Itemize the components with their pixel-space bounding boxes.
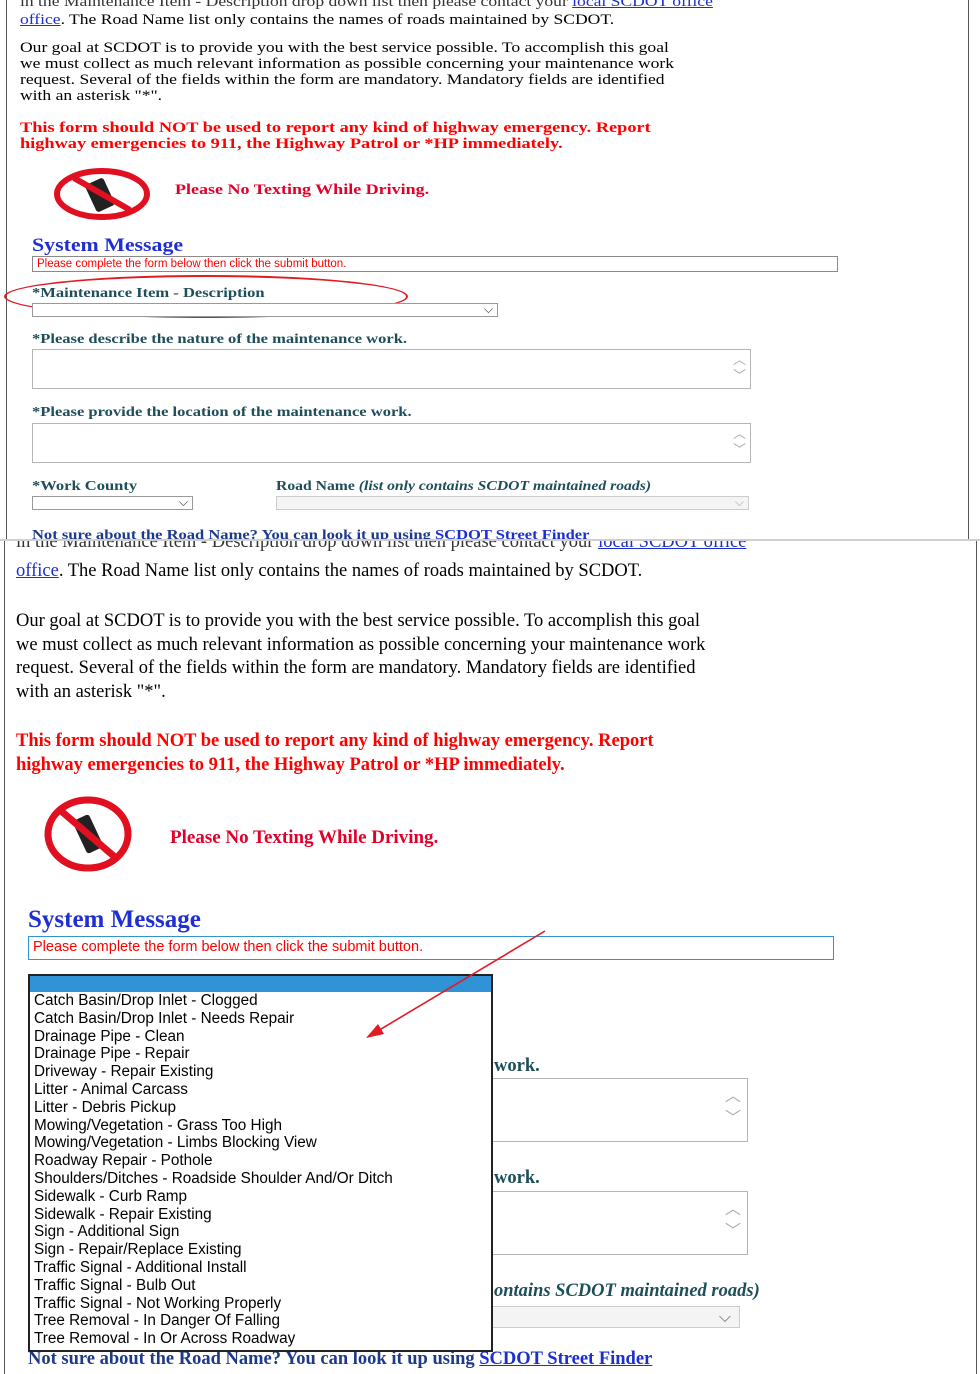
dropdown-option[interactable]: Traffic Signal - Additional Install [30,1259,491,1277]
spinner-icon[interactable]: ︿ ﹀ [725,1198,741,1242]
dropdown-option[interactable]: Traffic Signal - Bulb Out [30,1277,491,1295]
dropdown-option[interactable]: Mowing/Vegetation - Limbs Blocking View [30,1134,491,1152]
street-finder-link[interactable]: SCDOT Street Finder [479,1349,652,1369]
chevron-down-icon: ⌵ [178,495,188,509]
spinner-icon[interactable]: ︿ ﹀ [733,353,746,385]
system-message-heading: System Message [28,906,201,933]
dropdown-option[interactable]: Roadway Repair - Pothole [30,1152,491,1170]
road-name-select[interactable]: ⌵ [276,495,749,510]
right-border [976,541,977,1374]
right-border [968,0,969,540]
nature-label-partial: work. [494,1056,540,1076]
location-textarea[interactable]: ︿ ﹀ [490,1191,748,1255]
goal-paragraph: Our goal at SCDOT is to provide you with… [16,611,706,702]
maintenance-item-label: *Maintenance Item - Description [32,286,265,301]
chevron-down-icon: ⌵ [483,302,493,316]
nature-textarea[interactable]: ︿ ﹀ [490,1078,748,1142]
dropdown-option[interactable]: Sidewalk - Curb Ramp [30,1188,491,1206]
left-border [4,541,5,1374]
dropdown-option[interactable]: Sign - Repair/Replace Existing [30,1241,491,1259]
office-link[interactable]: office [16,561,59,581]
nature-textarea[interactable]: ︿ ﹀ [32,349,751,389]
clipped-intro-line: in the Maintenance Item - Description dr… [16,541,746,553]
no-texting-message: Please No Texting While Driving. [175,182,430,198]
office-link[interactable]: office [20,12,61,28]
no-texting-message: Please No Texting While Driving. [170,827,439,848]
annotation-arrow [366,930,546,1038]
local-scdot-office-link[interactable]: local SCDOT office [572,0,713,10]
goal-paragraph: Our goal at SCDOT is to provide you with… [20,40,675,104]
dropdown-option[interactable]: Drainage Pipe - Repair [30,1045,491,1063]
dropdown-options: Catch Basin/Drop Inlet - Clogged Catch Ba… [30,992,491,1348]
emergency-warning: This form should NOT be used to report a… [20,120,651,152]
location-label: *Please provide the location of the main… [32,405,412,420]
location-textarea[interactable]: ︿ ﹀ [32,423,751,463]
street-finder-line: Not sure about the Road Name? You can lo… [28,1349,653,1369]
system-message-box: Please complete the form below then clic… [32,256,838,272]
spinner-icon[interactable]: ︿ ﹀ [725,1085,741,1129]
dropdown-option[interactable]: Sidewalk - Repair Existing [30,1206,491,1224]
dropdown-option[interactable]: Sign - Additional Sign [30,1223,491,1241]
spinner-icon[interactable]: ︿ ﹀ [733,427,746,459]
clipped-intro-line: in the Maintenance Item - Description dr… [20,0,713,11]
dropdown-option[interactable]: Driveway - Repair Existing [30,1063,491,1081]
dropdown-option[interactable]: Litter - Debris Pickup [30,1099,491,1117]
office-line: office. The Road Name list only contains… [16,561,643,581]
system-message-heading: System Message [32,235,184,256]
work-county-select[interactable]: ⌵ [32,495,193,510]
dropdown-option[interactable]: Litter - Animal Carcass [30,1081,491,1099]
office-line: office. The Road Name list only contains… [20,12,615,28]
no-phone-icon [52,168,152,220]
left-border [6,0,7,540]
local-scdot-office-link[interactable]: local SCDOT office [598,541,746,552]
dropdown-option[interactable]: Tree Removal - In Or Across Roadway [30,1330,491,1348]
dropdown-option[interactable]: Tree Removal - In Danger Of Falling [30,1312,491,1330]
maintenance-item-select[interactable]: ⌵ [32,302,498,317]
no-phone-icon [44,796,134,872]
location-label-partial: work. [494,1168,540,1188]
chevron-down-icon: ⌵ [734,495,744,509]
road-name-label-partial: ontains SCDOT maintained roads) [494,1281,760,1301]
nature-label: *Please describe the nature of the maint… [32,332,408,347]
dropdown-option[interactable]: Traffic Signal - Not Working Properly [30,1295,491,1313]
road-name-label: Road Name (list only contains SCDOT main… [276,479,652,494]
emergency-warning: This form should NOT be used to report a… [16,731,654,775]
dropdown-option[interactable]: Shoulders/Ditches - Roadside Shoulder An… [30,1170,491,1188]
road-name-select[interactable]: ⌵ [490,1306,740,1328]
top-screenshot-panel: in the Maintenance Item - Description dr… [0,0,980,540]
bottom-screenshot-panel: in the Maintenance Item - Description dr… [0,541,980,1374]
work-county-label: *Work County [32,479,138,494]
dropdown-option[interactable]: Mowing/Vegetation - Grass Too High [30,1117,491,1135]
chevron-down-icon: ⌵ [718,1307,731,1326]
